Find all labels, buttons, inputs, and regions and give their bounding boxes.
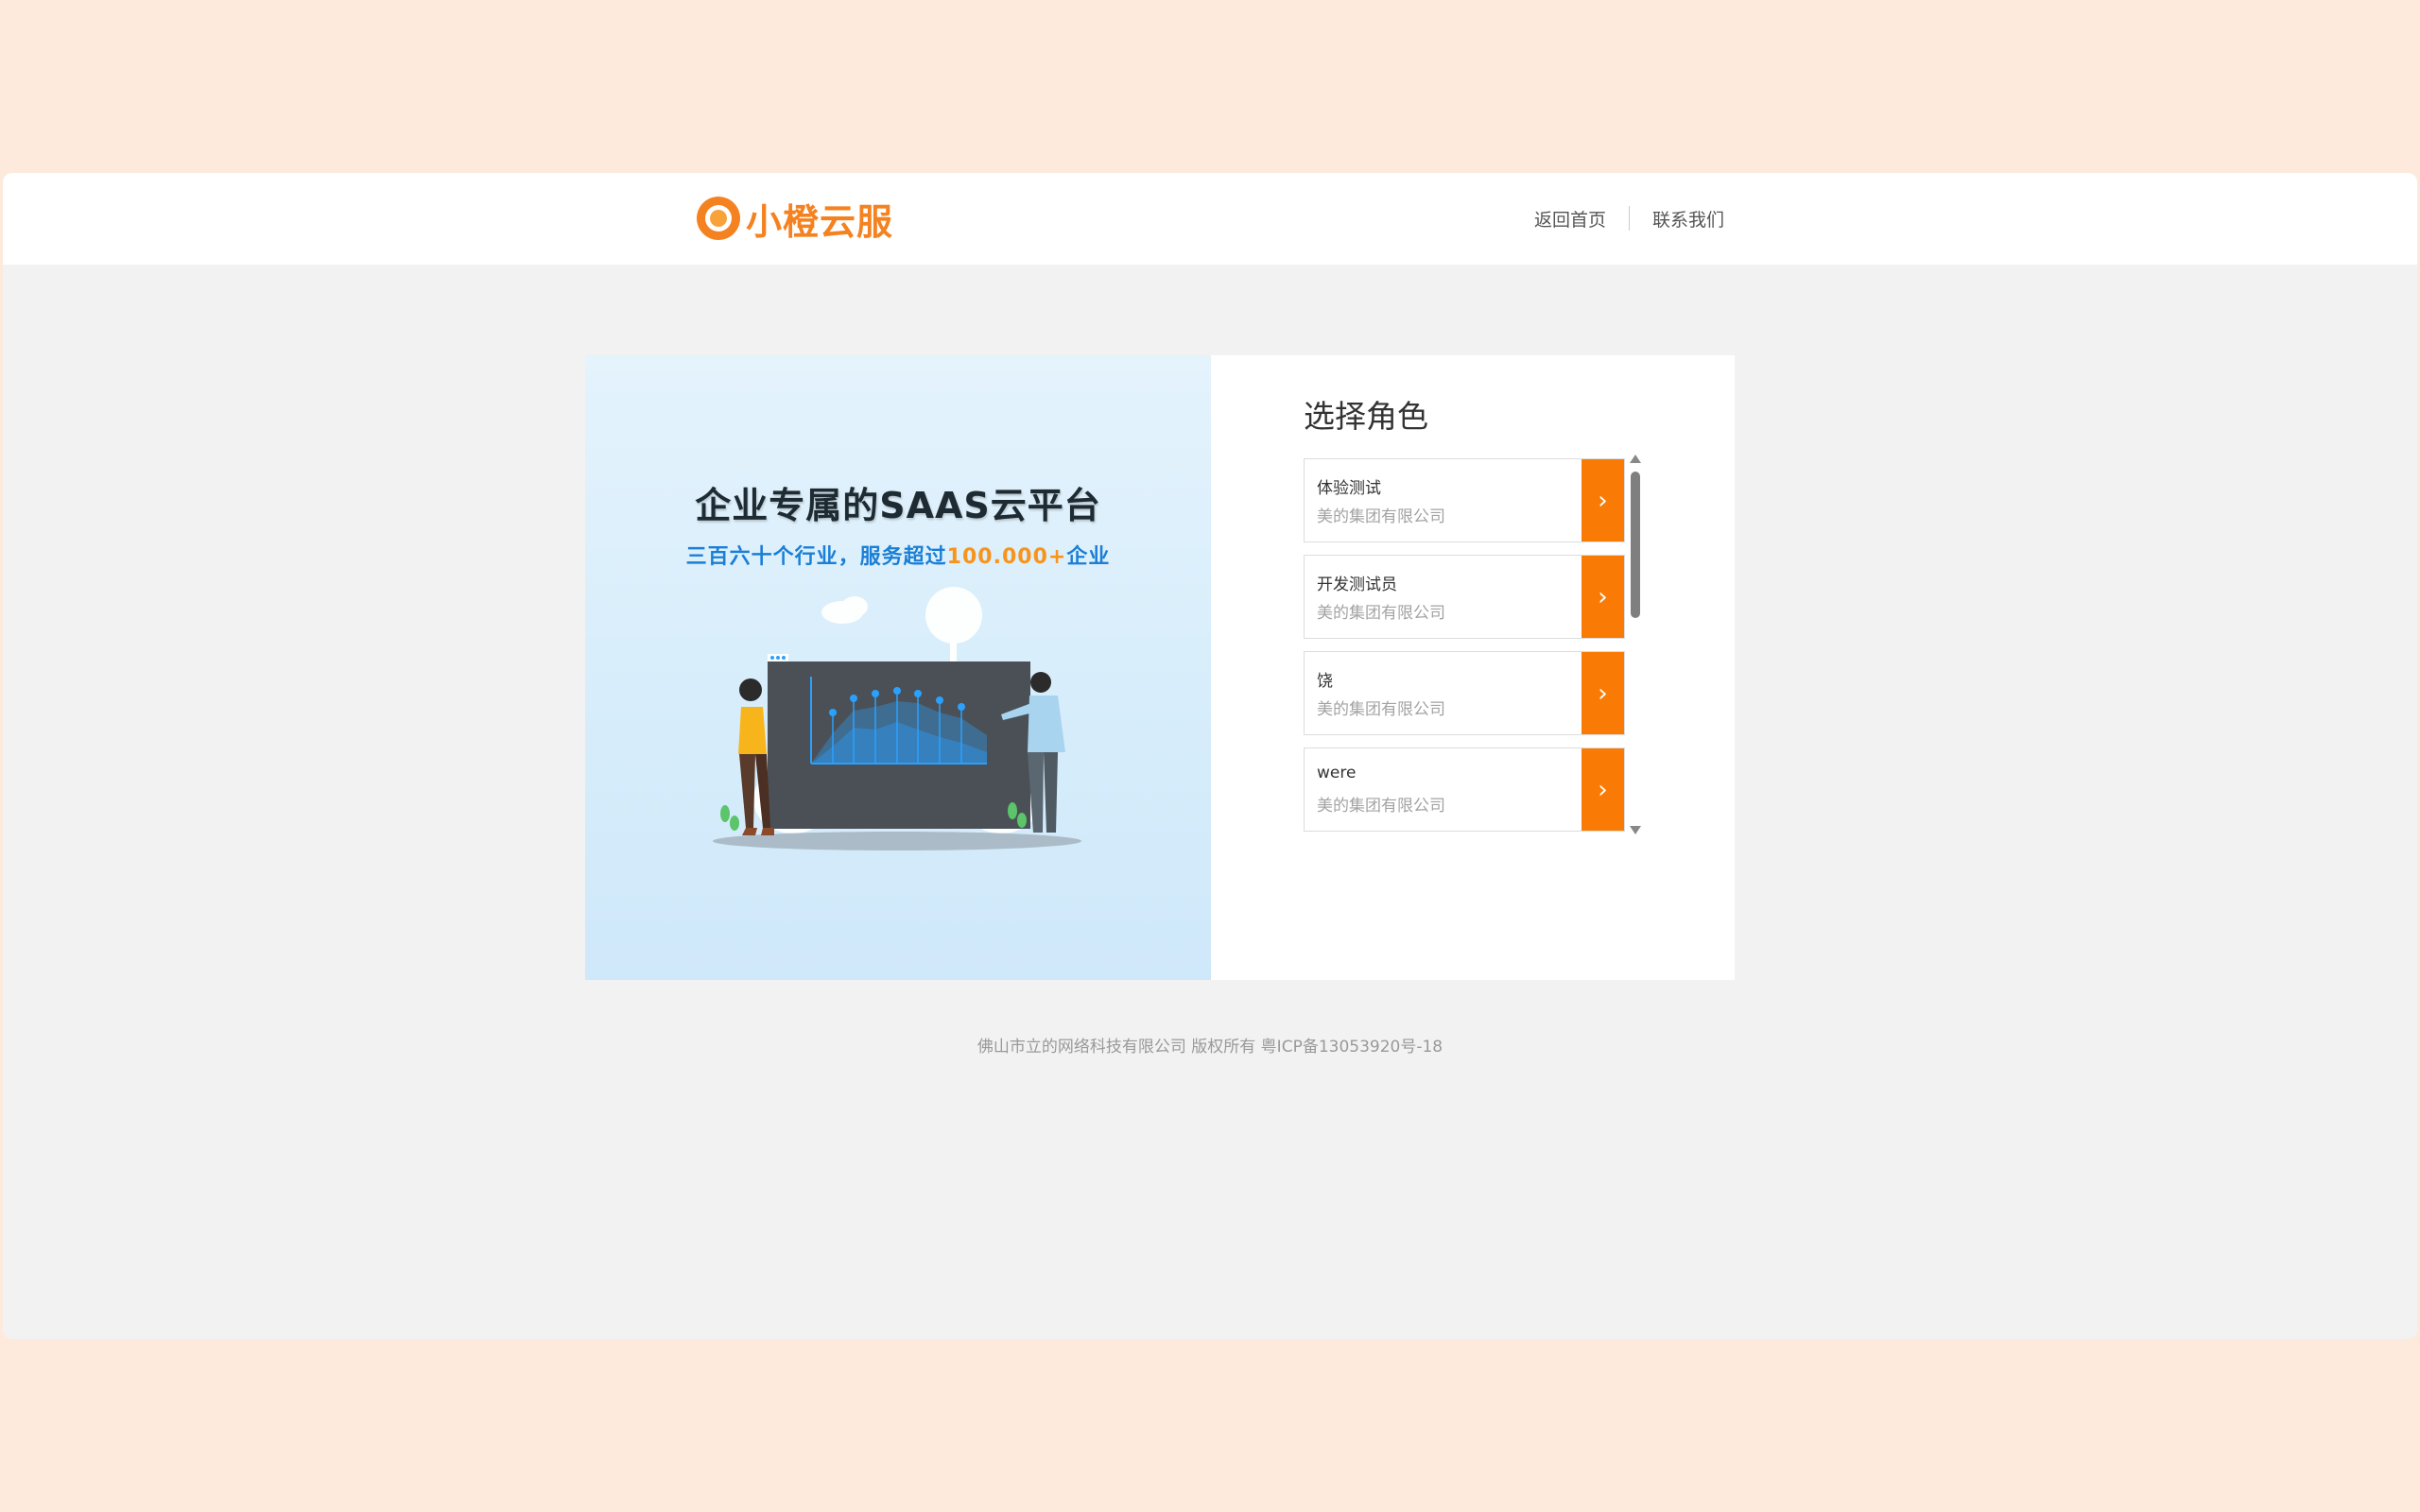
role-item[interactable]: were 美的集团有限公司 ›	[1304, 747, 1625, 832]
panel-title: 选择角色	[1304, 398, 1428, 435]
footer-copyright: 佛山市立的网络科技有限公司 版权所有 粤ICP备13053920号-18	[977, 1038, 1443, 1057]
orange-logo-icon	[697, 197, 740, 240]
home-link[interactable]: 返回首页	[1534, 206, 1606, 232]
role-panel: 选择角色 体验测试 美的集团有限公司 › 开发测试员 美的集团有限公司 › 饶 …	[1304, 355, 1735, 980]
scrollbar-thumb[interactable]	[1631, 472, 1640, 618]
brand-logo[interactable]: 小橙云服	[697, 194, 893, 243]
top-nav: 返回首页 联系我们	[1534, 204, 2417, 232]
role-item[interactable]: 体验测试 美的集团有限公司 ›	[1304, 458, 1625, 542]
hero-banner: 企业专属的SAAS云平台 三百六十个行业，服务超过100.000+企业	[585, 355, 1211, 980]
role-company: 美的集团有限公司	[1317, 700, 1445, 719]
brand-name: 小橙云服	[746, 200, 894, 243]
browser-window: 小橙云服 返回首页 联系我们 企业专属的SAAS云平台 三百六十个行业，服务超过…	[3, 173, 2417, 1339]
role-list[interactable]: 体验测试 美的集团有限公司 › 开发测试员 美的集团有限公司 › 饶 美的集团有…	[1304, 458, 1625, 833]
role-company: 美的集团有限公司	[1317, 604, 1445, 623]
chevron-right-icon[interactable]: ›	[1582, 459, 1624, 541]
contact-link[interactable]: 联系我们	[1652, 206, 1724, 232]
nav-divider	[1629, 206, 1631, 231]
chevron-right-icon[interactable]: ›	[1582, 652, 1624, 734]
presentation-illustration	[713, 587, 1081, 850]
role-name: 开发测试员	[1317, 576, 1397, 594]
role-company: 美的集团有限公司	[1317, 507, 1445, 526]
role-item[interactable]: 开发测试员 美的集团有限公司 ›	[1304, 555, 1625, 639]
top-bar: 小橙云服 返回首页 联系我们	[3, 173, 2417, 265]
role-company: 美的集团有限公司	[1317, 797, 1445, 816]
role-name: 体验测试	[1317, 479, 1381, 498]
role-item[interactable]: 饶 美的集团有限公司 ›	[1304, 651, 1625, 735]
role-list-scrollbar[interactable]	[1627, 455, 1646, 834]
role-name: 饶	[1317, 672, 1333, 691]
role-name: were	[1317, 764, 1357, 782]
scroll-up-arrow-icon[interactable]	[1630, 455, 1641, 463]
chevron-right-icon[interactable]: ›	[1582, 748, 1624, 831]
role-select-card: 企业专属的SAAS云平台 三百六十个行业，服务超过100.000+企业 选择角色…	[585, 355, 1735, 980]
chevron-right-icon[interactable]: ›	[1582, 556, 1624, 638]
scroll-down-arrow-icon[interactable]	[1630, 826, 1641, 834]
